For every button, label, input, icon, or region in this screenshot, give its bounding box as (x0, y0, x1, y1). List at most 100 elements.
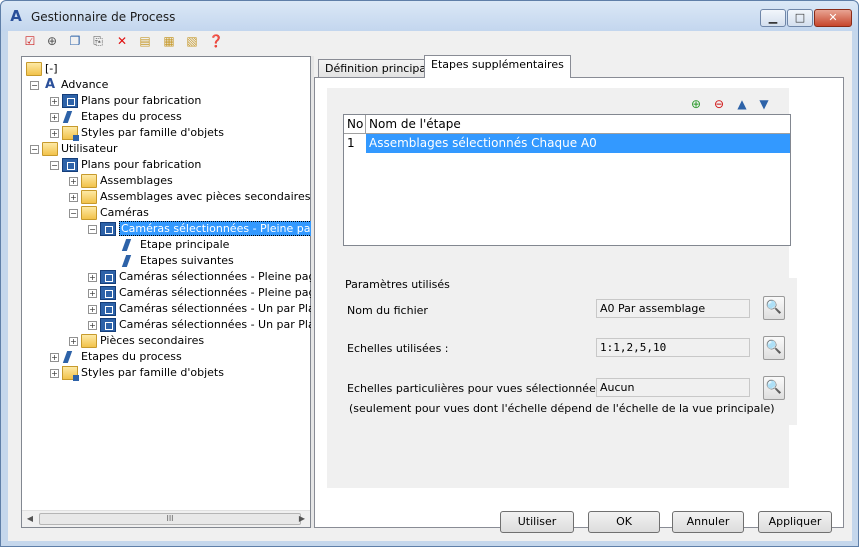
step-icon (62, 110, 78, 124)
process-tree[interactable]: [-] − A Advance + Plans pour fabrication + E… (21, 56, 345, 528)
rename-icon[interactable]: ▤ (137, 33, 153, 49)
browse-scales-button[interactable]: 🔍 (763, 336, 785, 360)
tree-item-u-styles[interactable]: + Styles par famille d'objets (50, 365, 224, 381)
collapse-icon[interactable]: − (30, 144, 39, 154)
tree-item-advance[interactable]: − A Advance (30, 77, 108, 93)
tree-item-u-etapes[interactable]: + Etapes du process (50, 349, 182, 365)
tree-item-cam5[interactable]: + Caméras sélectionnées - Un par Plan A (88, 317, 333, 333)
title-bar[interactable]: A Gestionnaire de Process ▁ □ ✕ (1, 1, 858, 31)
maximize-button[interactable]: □ (787, 9, 813, 27)
collapse-icon[interactable]: − (50, 160, 59, 170)
tree-item-etape-principale[interactable]: Etape principale (121, 237, 229, 253)
tree-item-cam3[interactable]: + Caméras sélectionnées - Pleine page A (88, 285, 333, 301)
tree-item-adv-styles[interactable]: + Styles par famille d'objets (50, 125, 224, 141)
cell-name: Assemblages sélectionnés Chaque A0 (366, 134, 790, 153)
expand-icon[interactable]: + (88, 304, 97, 314)
tree-label: Plans pour fabrication (81, 158, 202, 171)
tree-item-utilisateur[interactable]: − Utilisateur (30, 141, 118, 157)
plan-icon (62, 158, 78, 172)
window-title: Gestionnaire de Process (31, 10, 176, 24)
collapse-icon[interactable]: − (30, 80, 39, 90)
expand-icon[interactable]: + (50, 368, 59, 378)
col-name-header[interactable]: Nom de l'étape (366, 115, 790, 134)
tree-item-etapes-suivantes[interactable]: Etapes suivantes (121, 253, 234, 269)
folder-icon (81, 334, 97, 348)
remove-step-icon[interactable]: ⊖ (711, 96, 727, 112)
export-icon[interactable]: ▧ (184, 33, 200, 49)
apply-button[interactable]: Appliquer (758, 511, 832, 533)
tree-item-u-plans[interactable]: − Plans pour fabrication (50, 157, 201, 173)
tree-item-cam-selected[interactable]: − Caméras sélectionnées - Pleine page A0 (88, 221, 345, 237)
tree-label: Utilisateur (61, 142, 118, 155)
scroll-left-icon[interactable]: ◀ (22, 511, 38, 527)
col-no-header[interactable]: No (344, 115, 366, 134)
parameters-group: Paramètres utilisés Nom du fichier A0 Pa… (339, 278, 797, 425)
expand-icon[interactable]: + (88, 272, 97, 282)
folder-icon (81, 190, 97, 204)
step-icon (121, 238, 137, 252)
expand-icon[interactable]: + (88, 320, 97, 330)
tree-label: Advance (61, 78, 109, 91)
expand-icon[interactable]: + (50, 352, 59, 362)
tree-item-assemblages[interactable]: + Assemblages (69, 173, 173, 189)
app-logo-icon: A (10, 7, 22, 25)
tree-item-adv-plans[interactable]: + Plans pour fabrication (50, 93, 201, 109)
tree-item-cam2[interactable]: + Caméras sélectionnées - Pleine page A (88, 269, 333, 285)
plan-icon (100, 270, 116, 284)
step-next-icon (121, 254, 137, 268)
plan-icon (100, 318, 116, 332)
expand-icon[interactable]: + (50, 128, 59, 138)
use-button[interactable]: Utiliser (500, 511, 574, 533)
cancel-button[interactable]: Annuler (672, 511, 744, 533)
expand-icon[interactable]: + (88, 288, 97, 298)
tree-label: Styles par famille d'objets (81, 126, 224, 139)
expand-icon[interactable]: + (69, 176, 78, 186)
delete-icon[interactable]: ✕ (114, 33, 130, 49)
tree-label: Assemblages avec pièces secondaires (100, 190, 311, 203)
table-row[interactable]: 1 Assemblages sélectionnés Chaque A0 (344, 134, 790, 153)
expand-icon[interactable]: + (50, 96, 59, 106)
new-icon[interactable]: ⊕ (44, 33, 60, 49)
tree-item-cam4[interactable]: + Caméras sélectionnées - Un par Plan A (88, 301, 333, 317)
properties-icon[interactable]: ☑ (22, 33, 38, 49)
tree-label: Plans pour fabrication (81, 94, 202, 107)
add-step-icon[interactable]: ⊕ (688, 96, 704, 112)
tree-label: Etape principale (140, 238, 230, 251)
parameters-title: Paramètres utilisés (345, 278, 450, 291)
steps-panel: ⊕ ⊖ ▲ ▼ No Nom de l'étape 1 Assemblages … (327, 88, 797, 488)
tree-item-adv-etapes[interactable]: + Etapes du process (50, 109, 182, 125)
tree-horizontal-scrollbar[interactable]: ◀ III ▶ (22, 510, 310, 527)
tab-etapes-supplementaires[interactable]: Etapes supplémentaires (424, 55, 571, 78)
close-button[interactable]: ✕ (814, 9, 852, 27)
ok-button[interactable]: OK (588, 511, 660, 533)
move-down-icon[interactable]: ▼ (756, 96, 772, 112)
expand-icon[interactable]: + (50, 112, 59, 122)
plan-icon (62, 94, 78, 108)
paste-icon[interactable]: ⎘ (90, 33, 106, 49)
browse-special-scales-button[interactable]: 🔍 (763, 376, 785, 400)
copy-icon[interactable]: ❐ (67, 33, 83, 49)
collapse-icon[interactable]: − (88, 224, 97, 234)
tree-item-pieces-sec[interactable]: + Pièces secondaires (69, 333, 204, 349)
tree-item-assemblages-sec[interactable]: + Assemblages avec pièces secondaires (69, 189, 310, 205)
scroll-thumb[interactable]: III (39, 513, 301, 525)
scales-label: Echelles utilisées : (347, 342, 449, 355)
special-scales-field: Aucun (596, 378, 750, 397)
collapse-icon[interactable]: − (69, 208, 78, 218)
folder-open-icon (26, 62, 42, 76)
move-up-icon[interactable]: ▲ (734, 96, 750, 112)
browse-file-name-button[interactable]: 🔍 (763, 296, 785, 320)
folder-open-icon (81, 206, 97, 220)
minimize-button[interactable]: ▁ (760, 9, 786, 27)
steps-table[interactable]: No Nom de l'étape 1 Assemblages sélectio… (343, 114, 791, 246)
tree-item-cameras[interactable]: − Caméras (69, 205, 149, 221)
expand-icon[interactable]: + (69, 336, 78, 346)
step-icon (62, 350, 78, 364)
tab-panel: ⊕ ⊖ ▲ ▼ No Nom de l'étape 1 Assemblages … (314, 77, 844, 528)
import-icon[interactable]: ▦ (161, 33, 177, 49)
help-icon[interactable]: ❓ (208, 33, 224, 49)
tree-root[interactable]: [-] (26, 61, 58, 77)
expand-icon[interactable]: + (69, 192, 78, 202)
tree-label: [-] (45, 62, 58, 75)
scroll-right-icon[interactable]: ▶ (294, 511, 310, 527)
